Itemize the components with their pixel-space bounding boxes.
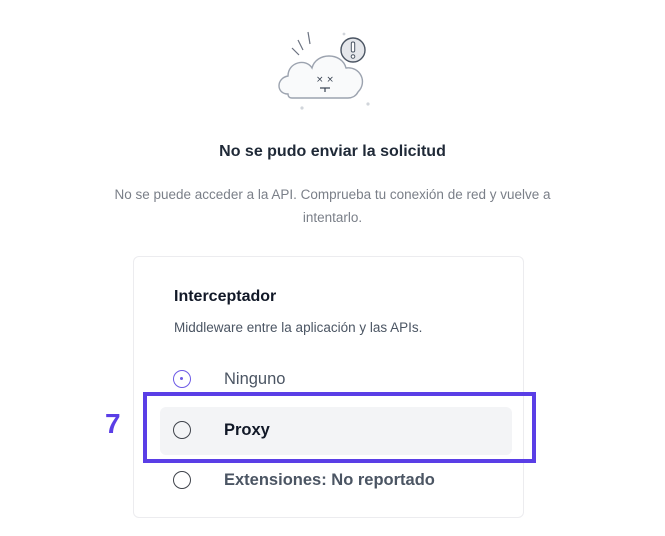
error-title: No se pudo enviar la solicitud bbox=[219, 143, 446, 160]
interceptor-description: Middleware entre la aplicación y las API… bbox=[174, 320, 423, 335]
interceptor-card: Interceptador Middleware entre la aplica… bbox=[133, 256, 524, 518]
error-message-line-2: intentarlo. bbox=[302, 210, 363, 225]
option-extensiones[interactable]: Extensiones: No reportado bbox=[160, 457, 512, 505]
error-message-line-1: No se puede acceder a la API. Comprueba … bbox=[114, 187, 551, 202]
sad-cloud-warning-icon: × × bbox=[278, 31, 370, 110]
error-message: No se puede acceder a la API. Comprueba … bbox=[40, 183, 625, 229]
option-label-extensiones: Extensiones: No reportado bbox=[224, 471, 435, 489]
interceptor-title: Interceptador bbox=[174, 288, 277, 305]
option-label-ninguno: Ninguno bbox=[224, 370, 286, 388]
annotation-step-number: 7 bbox=[105, 408, 121, 439]
error-illustration: × × bbox=[268, 22, 388, 122]
radio-selected-icon[interactable] bbox=[173, 370, 191, 388]
radio-icon[interactable] bbox=[173, 471, 191, 489]
svg-text:× ×: × × bbox=[316, 75, 334, 85]
annotation-highlight-box bbox=[143, 392, 536, 463]
